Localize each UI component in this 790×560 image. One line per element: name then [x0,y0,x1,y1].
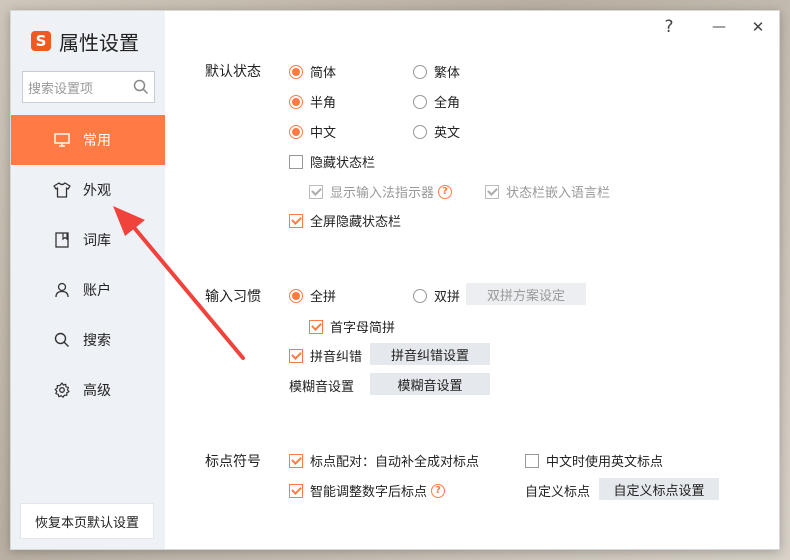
window-title: 属性设置 [59,30,139,55]
checkbox-indicator[interactable] [289,348,303,363]
option-label: 中文 [310,126,337,141]
radio-traditional[interactable]: 繁体 [413,62,460,81]
option-label: 模糊音设置 [289,380,355,395]
checkbox-indicator[interactable] [289,213,303,228]
search-icon [53,331,71,349]
option-label: 英文 [434,126,461,141]
annotation-arrow [113,206,245,360]
radio-indicator[interactable] [413,288,427,303]
checkbox-initial-abbr[interactable]: 首字母简拼 [309,317,395,336]
pinyin-correction-settings-button[interactable]: 拼音纠错设置 [370,343,490,365]
section-punctuation: 标点符号 [205,454,261,470]
minimize-button[interactable]: — [705,15,733,39]
custom-punct-label: 自定义标点 [525,481,590,500]
radio-indicator[interactable] [413,94,427,109]
radio-double-pinyin[interactable]: 双拼 [413,286,460,305]
option-label: 状态栏嵌入语言栏 [506,186,611,201]
book-icon [53,231,71,249]
checkbox-indicator[interactable] [289,154,303,169]
sidebar-item-label: 外观 [83,183,111,199]
checkbox-indicator[interactable] [309,319,323,334]
radio-indicator[interactable] [413,124,427,139]
sidebar-item-label: 常用 [83,133,111,149]
option-label: 全屏隐藏状态栏 [310,215,402,230]
checkbox-hide-status-bar[interactable]: 隐藏状态栏 [289,152,375,171]
sidebar-item-label: 高级 [83,383,111,399]
checkbox-indicator[interactable] [525,453,539,468]
checkbox-auto-pair[interactable]: 标点配对：自动补全成对标点 [289,451,479,470]
checkbox-fullscreen-hide[interactable]: 全屏隐藏状态栏 [289,211,401,230]
option-label: 标点配对：自动补全成对标点 [310,455,480,470]
settings-window: S 属性设置 搜索设置项 常用 外观 词库 账户 搜索 高级 恢复本页默认设置 … [10,10,780,550]
fuzzy-sound-settings-button[interactable]: 模糊音设置 [370,373,490,395]
checkbox-english-punct[interactable]: 中文时使用英文标点 [525,451,663,470]
radio-chinese[interactable]: 中文 [289,122,336,141]
section-default-state: 默认状态 [205,64,261,80]
option-label: 显示输入法指示器 [330,186,435,201]
option-label: 简体 [310,66,337,81]
option-label: 双拼 [434,290,461,305]
option-label: 半角 [310,96,337,111]
option-label: 自定义标点 [525,485,591,500]
gear-icon [53,381,71,399]
radio-indicator[interactable] [289,288,303,303]
radio-indicator[interactable] [289,124,303,139]
radio-indicator[interactable] [289,94,303,109]
sidebar-item-common[interactable]: 常用 [11,115,165,165]
checkbox-smart-adjust[interactable]: 智能调整数字后标点 ? [289,481,446,500]
sidebar-item-label: 词库 [83,233,111,249]
close-button[interactable]: ✕ [744,15,772,39]
radio-full-width[interactable]: 全角 [413,92,460,111]
checkbox-embed-language-bar[interactable]: 状态栏嵌入语言栏 [485,182,610,201]
option-label: 拼音纠错 [310,350,363,365]
reset-defaults-button[interactable]: 恢复本页默认设置 [20,503,154,539]
checkbox-show-indicator[interactable]: 显示输入法指示器 ? [309,182,453,201]
option-label: 全角 [434,96,461,111]
checkbox-indicator[interactable] [289,453,303,468]
brand: S 属性设置 [31,27,139,55]
option-label: 中文时使用英文标点 [546,455,664,470]
checkbox-indicator[interactable] [485,184,499,199]
radio-indicator[interactable] [413,64,427,79]
custom-punct-settings-button[interactable]: 自定义标点设置 [599,478,719,500]
search-input[interactable]: 搜索设置项 [28,78,128,97]
radio-english[interactable]: 英文 [413,122,460,141]
double-pinyin-settings-button[interactable]: 双拼方案设定 [466,283,586,305]
option-label: 智能调整数字后标点 [310,485,428,500]
checkbox-indicator[interactable] [289,483,303,498]
radio-half-width[interactable]: 半角 [289,92,336,111]
option-label: 隐藏状态栏 [310,156,376,171]
help-button[interactable]: ? [655,15,683,39]
help-icon[interactable]: ? [431,483,446,498]
help-icon[interactable]: ? [438,184,453,199]
search-box[interactable]: 搜索设置项 [22,71,155,103]
checkbox-indicator[interactable] [309,184,323,199]
sidebar-item-advanced[interactable]: 高级 [11,365,165,415]
search-icon[interactable] [128,74,154,100]
monitor-icon [53,131,71,149]
fuzzy-sound-label: 模糊音设置 [289,376,354,395]
sidebar-item-label: 搜索 [83,333,111,349]
sogou-logo: S [31,31,51,51]
checkbox-pinyin-correction[interactable]: 拼音纠错 [289,346,362,365]
sidebar-item-label: 账户 [83,283,111,299]
option-label: 首字母简拼 [330,321,396,336]
radio-full-pinyin[interactable]: 全拼 [289,286,336,305]
user-icon [53,281,71,299]
shirt-icon [53,181,71,199]
radio-indicator[interactable] [289,64,303,79]
option-label: 繁体 [434,66,461,81]
option-label: 全拼 [310,290,337,305]
radio-simplified[interactable]: 简体 [289,62,336,81]
